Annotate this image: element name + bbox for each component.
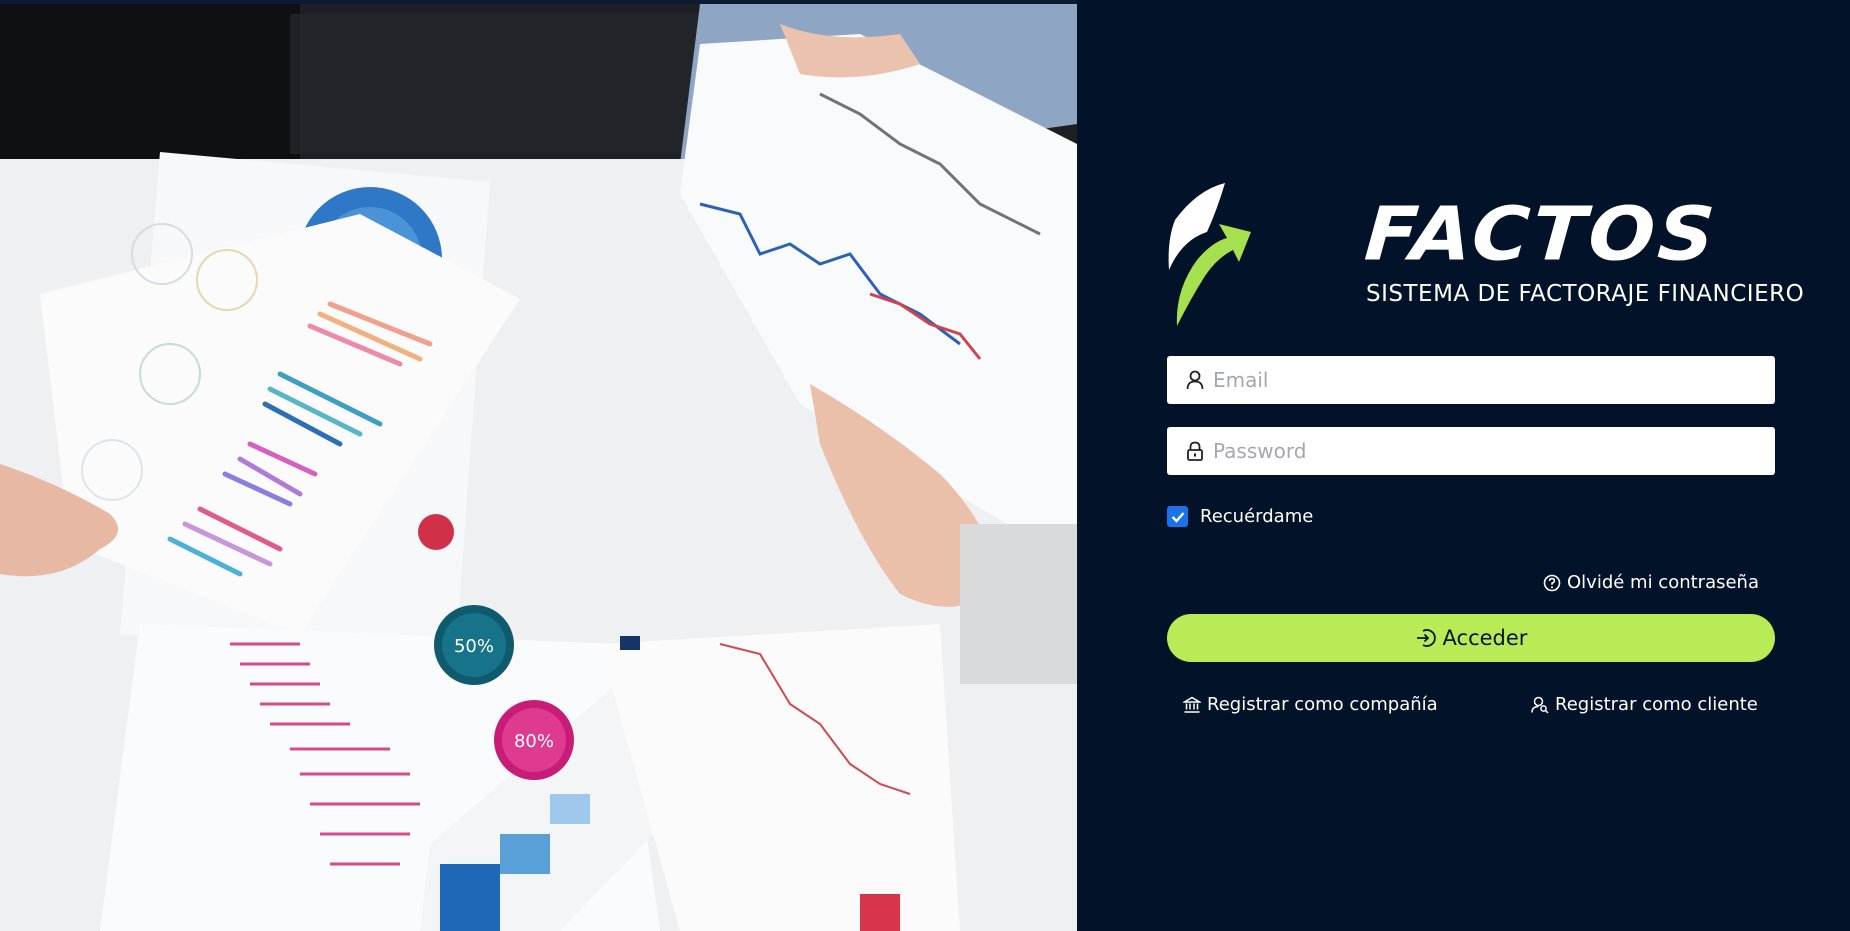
password-field-container[interactable] — [1167, 427, 1775, 475]
bank-icon — [1183, 696, 1201, 714]
logo-tagline: SISTEMA DE FACTORAJE FINANCIERO — [1366, 281, 1805, 307]
user-search-icon — [1531, 696, 1549, 714]
logo-wordmark: FACTOS — [1362, 192, 1721, 278]
email-field-container[interactable] — [1167, 356, 1775, 404]
question-circle-icon — [1543, 574, 1561, 592]
password-input[interactable] — [1213, 439, 1753, 463]
check-icon — [1171, 511, 1184, 523]
register-client-link[interactable]: Registrar como cliente — [1531, 694, 1758, 715]
hero-photo: 50% 80% — [0, 4, 1077, 931]
register-company-label: Registrar como compañía — [1207, 694, 1438, 715]
login-button-label: Acceder — [1442, 626, 1528, 650]
email-input[interactable] — [1213, 368, 1753, 392]
hero-photo-illustration: 50% 80% — [0, 4, 1077, 931]
remember-me[interactable]: Recuérdame — [1167, 506, 1313, 527]
login-button[interactable]: Acceder — [1167, 614, 1775, 662]
badge-50: 50% — [454, 636, 494, 657]
factos-logo: FACTOS SISTEMA DE FACTORAJE FINANCIERO — [1167, 180, 1804, 330]
forgot-password-link[interactable]: Olvidé mi contraseña — [1537, 572, 1759, 593]
user-icon — [1185, 369, 1205, 391]
logo-mark-icon — [1168, 183, 1251, 326]
remember-label: Recuérdame — [1200, 506, 1314, 527]
sign-in-icon — [1415, 627, 1437, 649]
login-panel: FACTOS SISTEMA DE FACTORAJE FINANCIERO R… — [1077, 0, 1850, 931]
remember-checkbox[interactable] — [1167, 506, 1188, 527]
badge-80: 80% — [514, 731, 554, 752]
lock-icon — [1185, 440, 1205, 462]
register-client-label: Registrar como cliente — [1555, 694, 1758, 715]
forgot-password-label: Olvidé mi contraseña — [1567, 572, 1759, 593]
register-company-link[interactable]: Registrar como compañía — [1183, 694, 1438, 715]
